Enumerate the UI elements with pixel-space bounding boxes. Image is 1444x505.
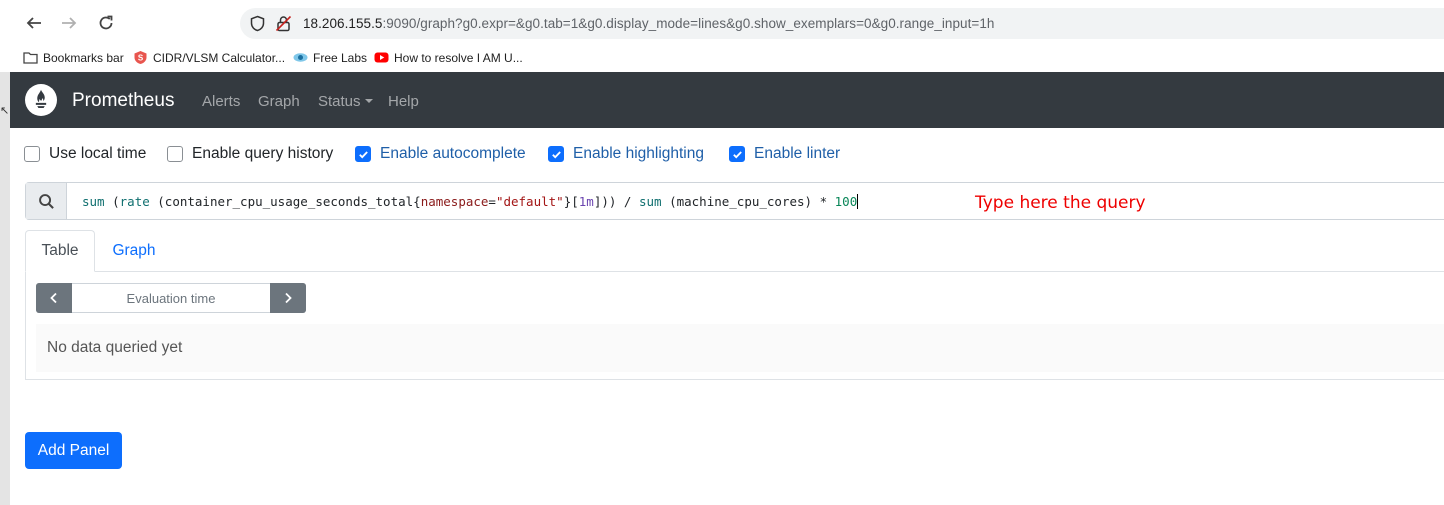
bookmark-folder[interactable]: Bookmarks bar — [23, 50, 124, 65]
evaluation-time-input[interactable]: Evaluation time — [73, 291, 269, 306]
back-button[interactable] — [22, 11, 46, 35]
expression-input[interactable]: sum (rate (container_cpu_usage_seconds_t… — [25, 182, 1444, 220]
query-expression[interactable]: sum (rate (container_cpu_usage_seconds_t… — [82, 194, 859, 209]
prev-time-button[interactable] — [36, 283, 72, 313]
shield-icon — [250, 15, 265, 32]
nav-help[interactable]: Help — [388, 93, 419, 110]
checkmark-icon — [551, 150, 561, 158]
forward-arrow-icon — [62, 17, 77, 29]
checkmark-icon — [732, 150, 742, 158]
subnet-s-icon: S — [133, 50, 148, 65]
folder-icon — [23, 50, 38, 65]
empty-message: No data queried yet — [47, 339, 183, 356]
text-cursor — [857, 194, 859, 209]
insecure-lock-icon[interactable] — [275, 15, 292, 32]
checkbox-checked[interactable] — [548, 146, 564, 162]
resize-arrow-icon: ↖ — [0, 105, 10, 117]
empty-state: No data queried yet — [36, 324, 1444, 372]
option-label: Enable highlighting — [573, 145, 704, 162]
bookmark-label: Bookmarks bar — [43, 50, 124, 65]
checkbox-checked[interactable] — [355, 146, 371, 162]
reload-button[interactable] — [94, 11, 118, 35]
bookmark-free-labs[interactable]: Free Labs — [293, 50, 367, 65]
search-icon[interactable] — [26, 183, 67, 219]
back-arrow-icon — [26, 17, 41, 29]
address-bar[interactable]: 18.206.155.5:9090/graph?g0.expr=&g0.tab=… — [240, 8, 1444, 39]
nav-graph[interactable]: Graph — [258, 93, 300, 110]
prometheus-logo-icon[interactable] — [25, 84, 57, 116]
bookmark-label: Free Labs — [313, 50, 368, 65]
nav-alerts[interactable]: Alerts — [202, 93, 240, 110]
prometheus-navbar: Prometheus Alerts Graph Status Help — [10, 72, 1444, 128]
browser-toolbar: 18.206.155.5:9090/graph?g0.expr=&g0.tab=… — [0, 0, 1444, 45]
bookmark-cidr[interactable]: S CIDR/VLSM Calculator... — [133, 50, 285, 65]
caret-down-icon — [364, 99, 373, 103]
checkbox[interactable] — [24, 146, 40, 162]
checkbox-checked[interactable] — [729, 146, 745, 162]
nav-status[interactable]: Status — [318, 93, 373, 110]
brand-title[interactable]: Prometheus — [72, 90, 174, 112]
add-panel-button[interactable]: Add Panel — [25, 432, 122, 469]
checkmark-icon — [358, 150, 368, 158]
chevron-left-icon — [50, 292, 57, 304]
option-autocomplete[interactable]: Enable autocomplete — [355, 145, 526, 163]
bookmarks-bar: Bookmarks bar S CIDR/VLSM Calculator... … — [0, 45, 1444, 72]
option-local-time[interactable]: Use local time — [24, 145, 146, 163]
option-highlighting[interactable]: Enable highlighting — [548, 145, 704, 163]
chevron-right-icon — [285, 292, 292, 304]
tab-graph[interactable]: Graph — [96, 230, 172, 272]
option-linter[interactable]: Enable linter — [729, 145, 840, 163]
url-text: 18.206.155.5:9090/graph?g0.expr=&g0.tab=… — [303, 16, 995, 31]
option-label: Enable query history — [192, 145, 334, 162]
option-label: Enable autocomplete — [380, 145, 526, 162]
bookmark-video[interactable]: How to resolve I AM U... — [374, 50, 523, 65]
forward-button[interactable] — [57, 11, 81, 35]
svg-text:S: S — [138, 54, 144, 63]
checkbox[interactable] — [167, 146, 183, 162]
bookmark-label: How to resolve I AM U... — [394, 50, 523, 65]
eye-icon — [293, 50, 308, 65]
bookmark-label: CIDR/VLSM Calculator... — [153, 50, 286, 65]
youtube-icon — [374, 50, 389, 65]
option-label: Use local time — [49, 145, 147, 162]
nav-status-label: Status — [318, 93, 361, 110]
side-strip — [0, 72, 10, 505]
annotation-note: Type here the query — [975, 193, 1146, 213]
next-time-button[interactable] — [270, 283, 306, 313]
reload-icon — [99, 15, 113, 30]
tab-table[interactable]: Table — [25, 230, 95, 272]
evaluation-time-picker: Evaluation time — [36, 283, 306, 313]
option-query-history[interactable]: Enable query history — [167, 145, 333, 163]
option-label: Enable linter — [754, 145, 841, 162]
